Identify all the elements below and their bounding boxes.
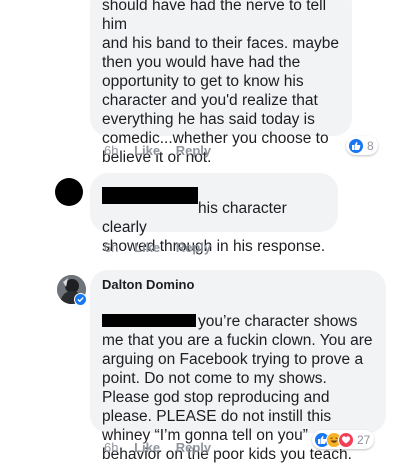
- reply-link[interactable]: Reply: [176, 240, 211, 255]
- comment-text: you’re character shows: [198, 313, 358, 330]
- redaction-bar: [102, 314, 196, 327]
- redaction-bar: [102, 187, 198, 204]
- like-link[interactable]: Like: [134, 240, 160, 255]
- comment-author[interactable]: Dalton Domino: [102, 276, 374, 293]
- comment-actions: 6h Like Reply: [104, 240, 211, 255]
- reaction-summary[interactable]: 8: [346, 136, 378, 155]
- comment-bubble: his character clearly showed through in …: [90, 173, 338, 255]
- comment-timestamp[interactable]: 6h: [104, 440, 118, 455]
- like-link[interactable]: Like: [134, 440, 160, 455]
- like-link[interactable]: Like: [134, 143, 160, 158]
- reaction-count: 27: [357, 432, 371, 447]
- comment-actions: 6h Like Reply: [104, 440, 211, 455]
- reaction-summary[interactable]: 27: [312, 430, 375, 449]
- love-icon: [338, 431, 354, 448]
- comment-timestamp[interactable]: 6h: [104, 143, 118, 158]
- comment-text: his character clearly: [102, 200, 287, 236]
- avatar[interactable]: [55, 178, 83, 206]
- reaction-count: 8: [367, 138, 374, 153]
- comment-bubble: Dalton Domino you’re character shows me …: [90, 270, 386, 463]
- comment-bubble: should have had the nerve to tell him an…: [90, 0, 352, 166]
- verified-badge-icon: [74, 293, 87, 306]
- comment-actions: 6h Like Reply: [104, 143, 211, 158]
- like-icon: [348, 137, 364, 154]
- reply-link[interactable]: Reply: [176, 440, 211, 455]
- comment-timestamp[interactable]: 6h: [104, 240, 118, 255]
- reply-link[interactable]: Reply: [176, 143, 211, 158]
- comment-text: should have had the nerve to tell him an…: [102, 0, 339, 166]
